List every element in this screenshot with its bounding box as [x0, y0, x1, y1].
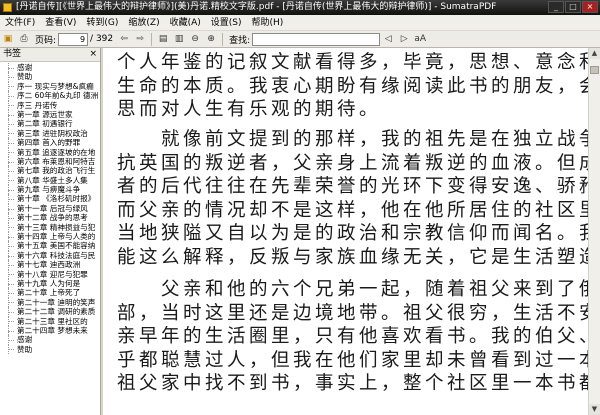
page-total: / 392	[90, 34, 114, 44]
text-line: 者的后代往往在先辈荣誉的光环下变得安逸、骄矜而脆弱，	[117, 176, 588, 198]
fit-width-icon[interactable]: ▥	[172, 32, 186, 46]
bookmark-item[interactable]: 第五章 追逐逐坡的在地	[0, 147, 100, 157]
bookmark-item[interactable]: 第七章 我的政治飞行生	[0, 166, 100, 176]
bookmark-item[interactable]: 第九章 与痹魔斗争	[0, 185, 100, 195]
bookmark-list: 感谢 赞助 序一 现实与梦想&疯癫 序二 60年前&丸印 德洲 序三 丹诺传 第…	[0, 62, 100, 355]
page-label: 页码:	[35, 35, 57, 46]
window-title-bar: [丹诺自传][《世界上最伟大的辩护律师》](美)丹诺.精校文字版.pdf - […	[0, 0, 600, 15]
bookmark-item[interactable]: 序三 丹诺传	[0, 100, 100, 110]
toolbar-separator	[151, 32, 153, 46]
window-controls: _ □ ×	[548, 1, 598, 13]
menu-favorites[interactable]: 收藏(A)	[165, 15, 206, 30]
text-line: 父亲和他的六个兄弟一起，随着祖父来到了俄亥俄州东	[161, 279, 588, 300]
bookmark-item[interactable]: 第二十三章 里社区的	[0, 316, 100, 326]
bookmark-item[interactable]: 第二章 初遇银行	[0, 119, 100, 129]
text-line: 生命的本质。我衷心期盼有缘阅读此书的朋友，会因我的反	[117, 75, 588, 97]
bookmark-item[interactable]: 第十九章 人为何是	[0, 278, 100, 289]
find-next-icon[interactable]: ▷	[397, 32, 411, 46]
bookmarks-sidebar: 书签 × 感谢 赞助 序一 现实与梦想&疯癫 序二 60年前&丸印 德洲 序三 …	[0, 48, 101, 415]
minimize-button[interactable]: _	[548, 1, 564, 13]
bookmark-item[interactable]: 赞助	[0, 344, 100, 355]
paragraph: 就像前文提到的那样，我的祖先是在独立战争中举枪反 抗英国的叛逆者，父亲身上流着叛…	[117, 128, 588, 270]
bookmark-item[interactable]: 第八章 华盛土多人集	[0, 175, 100, 186]
bookmark-item[interactable]: 第二十二章 调研的素质	[0, 307, 100, 317]
text-line: 当地狭隘又自以为是的政治和宗教信仰而闻名。我想，我只	[117, 223, 588, 245]
open-icon[interactable]: ▣	[1, 32, 15, 46]
toolbar-separator	[222, 32, 224, 46]
menu-zoom[interactable]: 缩放(Z)	[123, 15, 164, 30]
scroll-up-icon[interactable]: ▲	[589, 48, 600, 59]
sidebar-title: 书签	[3, 49, 22, 59]
bookmark-item[interactable]: 序二 60年前&丸印 德洲	[0, 91, 100, 101]
app-icon	[3, 3, 12, 12]
text-line: 就像前文提到的那样，我的祖先是在独立战争中举枪反	[161, 129, 588, 150]
match-case-icon[interactable]: aA	[413, 32, 427, 46]
vertical-scrollbar[interactable]: ▲ ▼	[588, 48, 600, 415]
text-line: 能这么解释，反叛与家族血缘无关，它是生活塑造出来的。	[117, 246, 588, 268]
text-line: 部，当时这里还是边境地带。祖父很穷，生活不安定，在父	[117, 302, 588, 324]
bookmark-item[interactable]: 感谢	[0, 63, 100, 73]
sidebar-header: 书签 ×	[0, 48, 100, 62]
menu-view[interactable]: 查看(V)	[40, 15, 81, 30]
close-button[interactable]: ×	[582, 1, 598, 13]
menu-bar: 文件(F) 查看(V) 转到(G) 缩放(Z) 收藏(A) 设置(S) 帮助(H…	[0, 15, 600, 31]
bookmark-item[interactable]: 第十三章 精神损益与犯	[0, 222, 100, 233]
bookmark-item[interactable]: 第四章 首入的野罪	[0, 138, 100, 148]
page-number-input[interactable]	[58, 32, 89, 46]
menu-goto[interactable]: 转到(G)	[81, 15, 123, 30]
close-sidebar-icon[interactable]: ×	[89, 48, 97, 61]
bookmark-item[interactable]: 第十章 《洛杉矶时报》	[0, 194, 100, 204]
scrollbar-thumb[interactable]	[590, 66, 599, 74]
zoom-out-icon[interactable]: ⊖	[188, 32, 202, 46]
bookmark-item[interactable]: 第十七章 迪西政洲	[0, 260, 100, 270]
print-icon[interactable]: ⎙	[17, 32, 31, 46]
find-label: 查找:	[229, 35, 251, 46]
toolbar: ▣ ⎙ 页码: / 392 ⇦ ⇨ ▤ ▥ ⊖ ⊕ 查找: ◁ ▷ aA	[0, 31, 600, 48]
bookmark-item[interactable]: 第三章 进驻阴权政治	[0, 128, 100, 139]
bookmark-item[interactable]: 第十六章 科技法庭与民	[0, 250, 100, 261]
text-line: 而父亲的情况却不是这样，他在他所居住的社区里，以反抗	[117, 199, 588, 221]
window-title: [丹诺自传][《世界上最伟大的辩护律师》](美)丹诺.精校文字版.pdf - […	[16, 2, 497, 12]
paragraph: 父亲和他的六个兄弟一起，随着祖父来到了俄亥俄州东 部，当时这里还是边境地带。祖父…	[117, 278, 588, 396]
zoom-in-icon[interactable]: ⊕	[204, 32, 218, 46]
text-line: 个人年鉴的记叙文献看得多，毕竟，思想、意念和情感才是	[117, 52, 588, 73]
find-prev-icon[interactable]: ◁	[381, 32, 395, 46]
bookmark-item[interactable]: 第二十一章 迪明的笑声	[0, 297, 100, 308]
bookmark-item[interactable]: 第十二章 战争的思考	[0, 213, 100, 223]
document-view[interactable]: 个人年鉴的记叙文献看得多，毕竟，思想、意念和情感才是 生命的本质。我衷心期盼有缘…	[103, 48, 588, 415]
menu-file[interactable]: 文件(F)	[0, 15, 40, 30]
bookmark-item[interactable]: 第六章 布莱恩和阿特吉	[0, 156, 100, 167]
maximize-button[interactable]: □	[565, 1, 581, 13]
bookmark-item[interactable]: 第二十章 上帝死了	[0, 288, 100, 298]
paragraph: 个人年鉴的记叙文献看得多，毕竟，思想、意念和情感才是 生命的本质。我衷心期盼有缘…	[117, 51, 588, 122]
bookmark-item[interactable]: 第二十四章 梦想未来	[0, 325, 100, 336]
search-input[interactable]	[252, 32, 381, 46]
bookmark-item[interactable]: 第一章 源远世家	[0, 109, 100, 120]
bookmark-item[interactable]: 第十五章 美国不能容纳	[0, 241, 100, 251]
text-line: 亲早年的生活圈里，只有他喜欢看书。我的伯父、姑姑们似	[117, 326, 588, 348]
bookmark-item[interactable]: 感谢	[0, 335, 100, 345]
text-line: 思而对人生有乐观的期待。	[117, 99, 382, 121]
bookmark-item[interactable]: 第十八章 迎尼与犯罪	[0, 269, 100, 279]
fit-page-icon[interactable]: ▤	[156, 32, 170, 46]
text-line: 乎都聪慧过人，但我在他们家里却未曾看到过一本书。不只	[117, 349, 588, 371]
menu-help[interactable]: 帮助(H)	[247, 15, 289, 30]
bookmark-item[interactable]: 序一 现实与梦想&疯癫	[0, 81, 100, 92]
text-line: 祖父家中找不到书，事实上，整个社区里一本书都没有，除	[117, 373, 588, 395]
bookmark-item[interactable]: 赞助	[0, 72, 100, 82]
bookmark-item[interactable]: 第十一章 后冠与绿风	[0, 203, 100, 214]
bookmark-item[interactable]: 第十四章 上帝与人类的	[0, 232, 100, 242]
prev-page-icon[interactable]: ⇦	[117, 32, 131, 46]
next-page-icon[interactable]: ⇨	[133, 32, 147, 46]
text-line: 抗英国的叛逆者，父亲身上流着叛逆的血液。但成功的反叛	[117, 152, 588, 174]
scroll-down-icon[interactable]: ▼	[589, 404, 600, 415]
menu-settings[interactable]: 设置(S)	[206, 15, 247, 30]
